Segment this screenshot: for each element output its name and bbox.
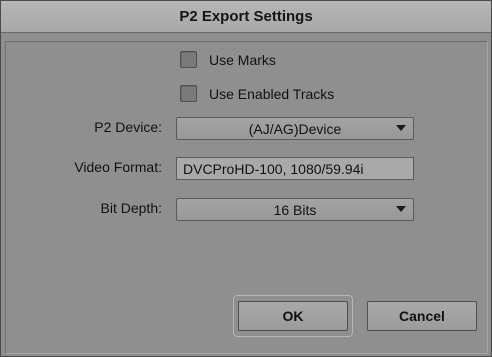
use-enabled-tracks-checkbox[interactable]	[180, 85, 197, 102]
p2-device-value: (AJ/AG)Device	[248, 120, 342, 137]
use-marks-checkbox[interactable]	[180, 51, 197, 68]
p2-device-select[interactable]: (AJ/AG)Device	[176, 117, 414, 140]
bit-depth-select[interactable]: 16 Bits	[176, 198, 414, 221]
p2-device-label: P2 Device:	[94, 119, 162, 135]
video-format-field[interactable]: DVCProHD-100, 1080/59.94i	[176, 157, 414, 180]
chevron-down-icon	[396, 206, 406, 212]
use-enabled-tracks-option[interactable]: Use Enabled Tracks	[180, 85, 334, 102]
ok-button[interactable]: OK	[238, 301, 348, 331]
p2-export-settings-dialog: P2 Export Settings Use Marks Use Enabled…	[0, 0, 492, 357]
use-enabled-tracks-label: Use Enabled Tracks	[209, 85, 335, 102]
chevron-down-icon	[396, 125, 406, 131]
video-format-label: Video Format:	[74, 159, 162, 175]
dialog-title: P2 Export Settings	[179, 8, 313, 25]
cancel-button[interactable]: Cancel	[367, 301, 477, 331]
dialog-titlebar[interactable]: P2 Export Settings	[1, 1, 491, 33]
bit-depth-value: 16 Bits	[273, 201, 317, 218]
bit-depth-label: Bit Depth:	[100, 200, 162, 216]
use-marks-label: Use Marks	[209, 51, 276, 68]
use-marks-option[interactable]: Use Marks	[180, 51, 276, 68]
